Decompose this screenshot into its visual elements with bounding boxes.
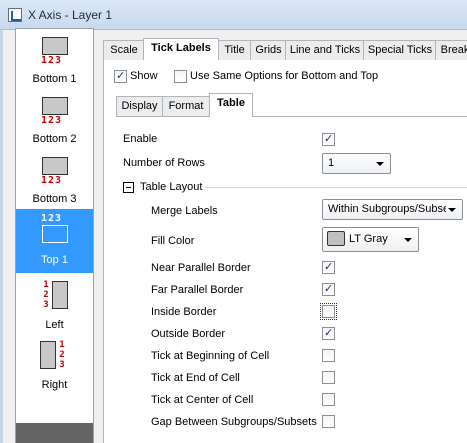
- tick-beginning-checkbox[interactable]: [322, 349, 335, 362]
- outside-border-checkbox[interactable]: [322, 326, 335, 340]
- bottom-axis-icon: [42, 97, 68, 115]
- tick-number-3: 3: [43, 300, 49, 310]
- chevron-down-icon: [404, 238, 412, 242]
- gap-subgroups-label: Gap Between Subgroups/Subsets: [151, 416, 317, 428]
- right-axis-icon: [40, 341, 56, 369]
- inside-border-label: Inside Border: [151, 306, 217, 318]
- tab-table[interactable]: Table: [209, 93, 253, 117]
- tab-scale[interactable]: Scale: [103, 40, 145, 60]
- tick-number-2: 2: [43, 290, 49, 300]
- list-bottom-area: [16, 423, 93, 443]
- main-tab-strip: Scale Tick Labels Title Grids Line and T…: [103, 38, 467, 60]
- same-options-checkbox[interactable]: [174, 70, 187, 83]
- inside-border-checkbox[interactable]: [320, 303, 337, 320]
- tick-center-checkbox[interactable]: [322, 393, 335, 406]
- table-layout-heading: Table Layout: [140, 181, 203, 193]
- tab-break[interactable]: Break: [435, 40, 467, 60]
- chevron-down-icon: [448, 208, 456, 212]
- title-bar: X Axis - Layer 1: [0, 0, 467, 30]
- group-divider: [206, 187, 467, 188]
- rows-label: Number of Rows: [123, 157, 205, 169]
- outside-border-label: Outside Border: [151, 328, 225, 340]
- axis-item-top-1[interactable]: 123 Top 1: [16, 209, 93, 273]
- show-label: Show: [130, 70, 158, 82]
- rows-value: 1: [328, 157, 335, 169]
- same-options-label: Use Same Options for Bottom and Top: [190, 70, 379, 82]
- tick-number-3: 3: [59, 360, 65, 370]
- near-parallel-border-label: Near Parallel Border: [151, 262, 251, 274]
- chevron-down-icon: [376, 162, 384, 166]
- axis-item-label: Right: [41, 379, 68, 391]
- axis-item-bottom-1[interactable]: 123 Bottom 1: [16, 29, 93, 89]
- subtab-baseline: [116, 116, 467, 117]
- tick-numbers: 123: [41, 115, 63, 126]
- top-axis-icon: [42, 225, 68, 243]
- enable-checkbox[interactable]: [322, 132, 335, 146]
- tab-grids[interactable]: Grids: [250, 40, 287, 60]
- rows-select[interactable]: 1: [322, 153, 391, 174]
- merge-labels-value: Within Subgroups/Subsets: [328, 203, 446, 215]
- near-parallel-border-checkbox[interactable]: [322, 260, 335, 274]
- fill-color-select[interactable]: LT Gray: [322, 227, 419, 252]
- merge-labels-label: Merge Labels: [151, 205, 218, 217]
- left-axis-icon: [52, 281, 68, 309]
- tick-center-label: Tick at Center of Cell: [151, 394, 254, 406]
- tick-number-2: 2: [59, 350, 65, 360]
- axis-item-left[interactable]: 1 2 3 Left: [16, 275, 93, 335]
- fill-color-label: Fill Color: [151, 235, 195, 247]
- far-parallel-border-label: Far Parallel Border: [151, 284, 244, 296]
- tab-tick-labels[interactable]: Tick Labels: [143, 38, 219, 60]
- window-title: X Axis - Layer 1: [28, 8, 113, 22]
- axis-item-label: Bottom 2: [32, 133, 77, 145]
- tab-title[interactable]: Title: [217, 40, 252, 60]
- far-parallel-border-checkbox[interactable]: [322, 282, 335, 296]
- axis-icon-list[interactable]: 123 Bottom 1 123 Bottom 2 123 Bottom 3 1…: [15, 28, 94, 443]
- tab-line-and-ticks[interactable]: Line and Ticks: [285, 40, 365, 60]
- axis-item-bottom-3[interactable]: 123 Bottom 3: [16, 149, 93, 209]
- axis-item-label: Left: [45, 319, 64, 331]
- enable-label: Enable: [123, 133, 158, 145]
- bottom-axis-icon: [42, 157, 68, 175]
- tick-number-1: 1: [59, 340, 65, 350]
- axis-item-label: Bottom 1: [32, 73, 77, 85]
- gap-subgroups-checkbox[interactable]: [322, 415, 335, 428]
- fill-color-value: LT Gray: [349, 233, 388, 245]
- axis-item-label: Bottom 3: [32, 193, 77, 205]
- tick-numbers: 123: [41, 175, 63, 186]
- axis-item-bottom-2[interactable]: 123 Bottom 2: [16, 89, 93, 149]
- collapse-icon[interactable]: [123, 182, 134, 193]
- tab-display[interactable]: Display: [116, 96, 163, 116]
- tick-beginning-label: Tick at Beginning of Cell: [151, 350, 270, 362]
- tick-end-label: Tick at End of Cell: [151, 372, 240, 384]
- tick-numbers: 123: [41, 213, 63, 224]
- graph-app-icon: [8, 8, 22, 22]
- axis-item-label: Top 1: [41, 254, 68, 266]
- tick-number-1: 1: [43, 280, 49, 290]
- tab-special-ticks[interactable]: Special Ticks: [363, 40, 437, 60]
- tab-format[interactable]: Format: [162, 96, 210, 116]
- tick-end-checkbox[interactable]: [322, 371, 335, 384]
- show-checkbox[interactable]: [114, 69, 127, 83]
- bottom-axis-icon: [42, 37, 68, 55]
- tick-numbers: 123: [41, 55, 63, 66]
- axis-item-right[interactable]: 1 2 3 Right: [16, 335, 93, 395]
- color-swatch: [327, 231, 345, 246]
- merge-labels-select[interactable]: Within Subgroups/Subsets: [322, 199, 463, 220]
